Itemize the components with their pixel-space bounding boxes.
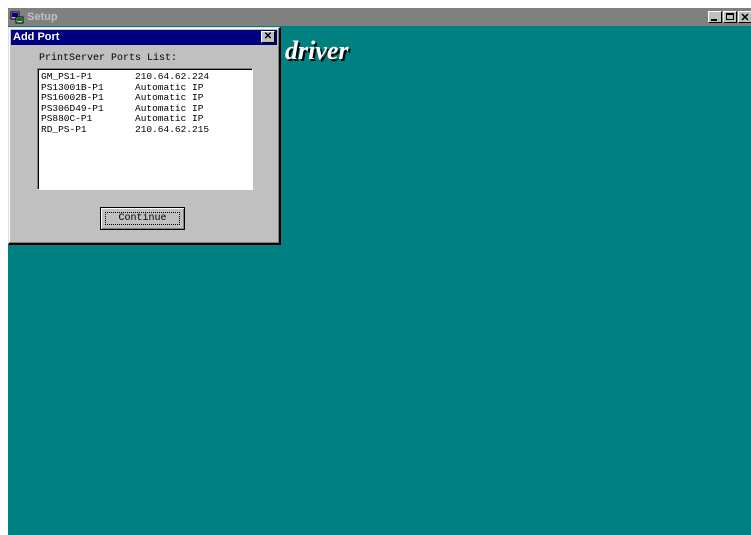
port-name: RD_PS-P1 bbox=[41, 123, 87, 135]
list-item[interactable]: GM_PS1-P1 210.64.62.224 bbox=[41, 71, 252, 83]
ports-list-label: PrintServer Ports List: bbox=[39, 53, 178, 64]
setup-title-bar[interactable]: Setup bbox=[8, 8, 751, 26]
setup-window-title: Setup bbox=[27, 11, 58, 23]
minimize-icon[interactable] bbox=[708, 11, 722, 23]
port-name: PS880C-P1 bbox=[41, 113, 93, 124]
focus-rectangle bbox=[105, 212, 180, 225]
list-item[interactable]: RD_PS-P1 210.64.62.215 bbox=[41, 123, 252, 136]
list-item[interactable]: PS16002B-P1 Automatic IP bbox=[41, 92, 252, 104]
continue-button[interactable]: Continue bbox=[100, 207, 185, 230]
ports-listbox[interactable]: GM_PS1-P1 210.64.62.224 PS13001B-P1 Auto… bbox=[37, 68, 253, 190]
dialog-close-button[interactable]: ✕ bbox=[261, 31, 275, 43]
close-icon: ✕ bbox=[263, 31, 273, 42]
port-address: Automatic IP bbox=[135, 113, 204, 124]
port-address: 210.64.62.215 bbox=[135, 123, 210, 135]
setup-app-icon bbox=[10, 10, 24, 24]
maximize-icon[interactable] bbox=[723, 11, 737, 23]
port-name: PS16002B-P1 bbox=[41, 92, 104, 103]
dialog-title: Add Port bbox=[13, 31, 60, 43]
port-address: 210.64.62.224 bbox=[135, 71, 210, 82]
list-item[interactable]: PS880C-P1 Automatic IP bbox=[41, 113, 252, 125]
port-name: GM_PS1-P1 bbox=[41, 71, 93, 82]
banner-title: driver bbox=[285, 36, 349, 65]
dialog-title-bar[interactable]: Add Port ✕ bbox=[11, 30, 277, 45]
add-port-dialog: Add Port ✕ PrintServer Ports List: GM_PS… bbox=[8, 27, 281, 245]
port-address: Automatic IP bbox=[135, 92, 204, 103]
close-icon[interactable] bbox=[738, 11, 751, 23]
